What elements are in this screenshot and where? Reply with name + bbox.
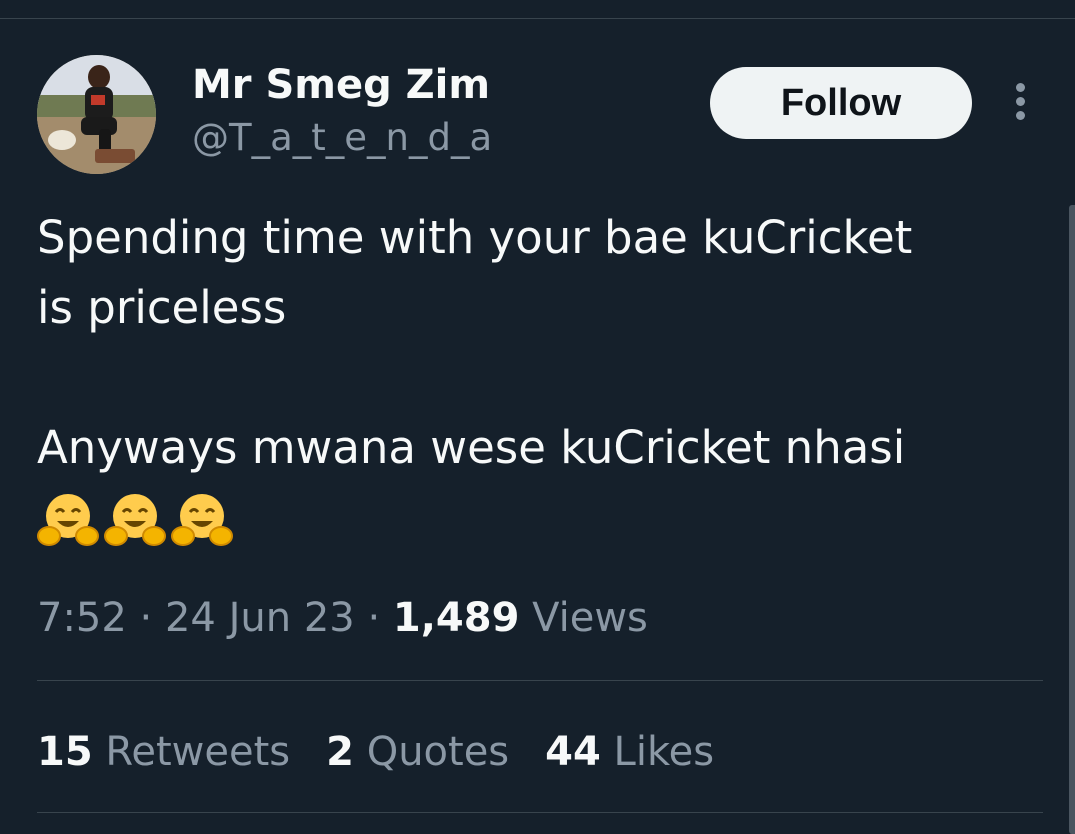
views-label: Views [532,595,648,641]
views-count: 1,489 [392,595,520,641]
tweet-time[interactable]: 7:52 [37,595,127,641]
retweets-label: Retweets [105,729,291,775]
quotes-stat[interactable]: 2 Quotes [326,724,509,780]
hugging-face-icon [37,494,99,546]
retweets-count: 15 [37,729,93,775]
emoji-row [37,490,238,550]
tweet-date[interactable]: 24 Jun 23 [165,595,355,641]
tweet-text-line: Spending time with your bae kuCricket [37,211,913,264]
author-handle[interactable]: @T_a_t_e_n_d_a [192,115,492,161]
divider [37,680,1043,681]
engagement-stats: 15 Retweets 2 Quotes 44 Likes [37,724,750,780]
likes-label: Likes [613,729,715,775]
meta-separator: · [367,595,393,641]
avatar[interactable] [37,55,156,174]
tweet-text-line: Anyways mwana wese kuCricket nhasi [37,421,906,474]
quotes-label: Quotes [366,729,510,775]
meta-separator: · [139,595,165,641]
likes-stat[interactable]: 44 Likes [545,724,714,780]
scrollbar[interactable] [1069,205,1075,834]
divider [37,812,1043,813]
tweet-text-line: is priceless [37,281,287,334]
tweet-meta: 7:52 · 24 Jun 23 · 1,489 Views [37,590,648,646]
retweets-stat[interactable]: 15 Retweets [37,724,290,780]
follow-button[interactable]: Follow [710,67,972,139]
quotes-count: 2 [326,729,354,775]
author-name[interactable]: Mr Smeg Zim [192,60,490,110]
top-divider [0,18,1075,19]
hugging-face-icon [171,494,233,546]
hugging-face-icon [104,494,166,546]
more-options-icon[interactable] [1006,80,1034,126]
likes-count: 44 [545,729,601,775]
